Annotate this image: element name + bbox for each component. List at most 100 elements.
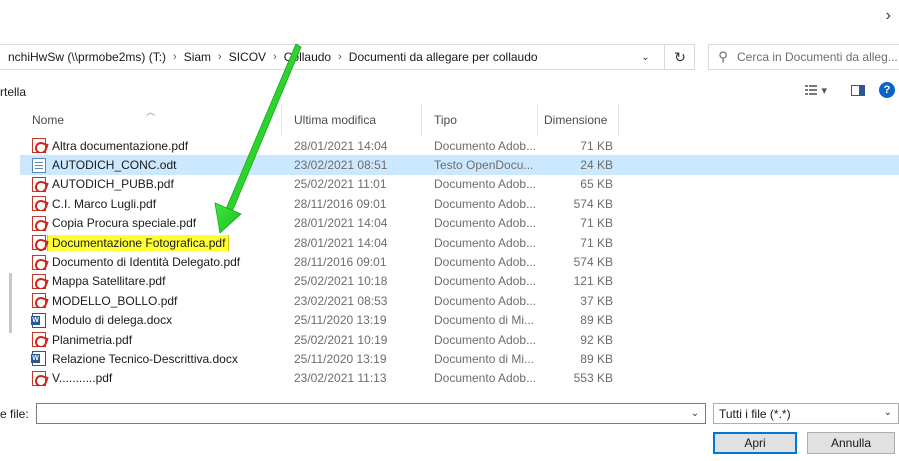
file-name-cell: AUTODICH_CONC.odt	[20, 157, 282, 173]
file-name: AUTODICH_CONC.odt	[52, 158, 177, 173]
file-name: MODELLO_BOLLO.pdf	[52, 293, 178, 308]
file-name: Documentazione Fotografica.pdf	[46, 234, 230, 251]
file-date-cell: 28/01/2021 14:04	[294, 216, 388, 231]
file-name-cell: V...........pdf	[20, 370, 282, 386]
file-name-cell: Copia Procura speciale.pdf	[20, 215, 282, 231]
file-row[interactable]: Copia Procura speciale.pdf 28/01/2021 14:…	[20, 214, 899, 233]
filename-label: e file:	[0, 407, 29, 421]
file-type-cell: Documento Adob...	[434, 274, 537, 289]
file-type-cell: Documento Adob...	[434, 177, 537, 192]
cancel-button[interactable]: Annulla	[807, 432, 895, 454]
search-icon: ⚲	[718, 49, 728, 64]
file-name: V...........pdf	[52, 371, 113, 386]
nav-pane-scrollbar[interactable]	[8, 108, 14, 398]
file-row[interactable]: Modulo di delega.docx 25/11/2020 13:19 Doc…	[20, 311, 899, 330]
help-icon[interactable]: ?	[879, 82, 895, 98]
file-row[interactable]: Relazione Tecnico-Descrittiva.docx 25/11/…	[20, 349, 899, 368]
file-name: Mappa Satellitare.pdf	[52, 274, 166, 289]
open-button[interactable]: Apri	[713, 432, 797, 454]
scrollbar-thumb[interactable]	[9, 273, 12, 333]
file-name-cell: MODELLO_BOLLO.pdf	[20, 293, 282, 309]
file-name-cell: C.I. Marco Lugli.pdf	[20, 196, 282, 212]
address-bar[interactable]: nchiHwSw (\\prmobe2ms) (T:) › Siam › SICOV › C…	[0, 44, 695, 70]
file-date-cell: 28/01/2021 14:04	[294, 235, 388, 250]
file-row[interactable]: Altra documentazione.pdf 28/01/2021 14:04…	[20, 136, 899, 155]
file-row[interactable]: Planimetria.pdf 25/02/2021 10:19 Documento…	[20, 330, 899, 349]
column-header-row: ︿ Nome Ultima modifica Tipo Dimensione	[20, 104, 899, 136]
file-row[interactable]: MODELLO_BOLLO.pdf 23/02/2021 08:53 Documen…	[20, 291, 899, 310]
file-name-cell: AUTODICH_PUBB.pdf	[20, 176, 282, 192]
breadcrumb-separator-icon[interactable]: ›	[270, 51, 280, 63]
file-date-cell: 25/02/2021 10:18	[294, 274, 388, 289]
file-name: Copia Procura speciale.pdf	[52, 216, 197, 231]
preview-pane-icon[interactable]	[851, 84, 865, 96]
file-name: C.I. Marco Lugli.pdf	[52, 196, 157, 211]
file-date-cell: 28/01/2021 14:04	[294, 138, 388, 153]
column-header-date[interactable]: Ultima modifica	[282, 104, 422, 136]
breadcrumb-item[interactable]: Siam	[180, 50, 215, 64]
file-size-cell: 71 KB	[580, 216, 613, 231]
new-folder-button[interactable]: rtella	[0, 85, 26, 99]
file-name-cell: Modulo di delega.docx	[20, 312, 282, 328]
file-type-cell: Documento di Mi...	[434, 351, 535, 366]
view-options-button[interactable]: ▾	[801, 84, 831, 97]
search-placeholder: Cerca in Documenti da alleg...	[737, 50, 898, 64]
breadcrumb-item[interactable]: nchiHwSw (\\prmobe2ms) (T:)	[4, 50, 170, 64]
file-date-cell: 25/02/2021 10:19	[294, 332, 388, 347]
file-row[interactable]: Documentazione Fotografica.pdf 28/01/2021…	[20, 233, 899, 252]
file-date-cell: 25/02/2021 11:01	[294, 177, 387, 192]
chevron-down-icon: ⌄	[883, 407, 892, 418]
file-size-cell: 574 KB	[573, 255, 613, 270]
file-type-cell: Documento Adob...	[434, 235, 537, 250]
pdf-file-icon	[32, 293, 46, 309]
pdf-file-icon	[32, 254, 46, 270]
file-name: Modulo di delega.docx	[52, 313, 173, 328]
file-row[interactable]: C.I. Marco Lugli.pdf 28/11/2016 09:01 Docu…	[20, 194, 899, 213]
file-name-cell: Mappa Satellitare.pdf	[20, 273, 282, 289]
toolbar: rtella ▾ ?	[0, 80, 899, 104]
breadcrumb-item[interactable]: Documenti da allegare per collaudo	[345, 50, 542, 64]
file-row[interactable]: AUTODICH_CONC.odt 23/02/2021 08:51 Testo O…	[20, 155, 899, 175]
chevron-down-icon: ▾	[821, 84, 827, 97]
filetype-select[interactable]: Tutti i file (*.*) ⌄	[713, 403, 899, 424]
file-date-cell: 28/11/2016 09:01	[294, 196, 387, 211]
file-row[interactable]: Mappa Satellitare.pdf 25/02/2021 10:18 Doc…	[20, 272, 899, 291]
file-name: AUTODICH_PUBB.pdf	[52, 177, 174, 192]
sort-ascending-icon: ︿	[145, 107, 156, 117]
file-rows: Altra documentazione.pdf 28/01/2021 14:04…	[20, 136, 899, 388]
breadcrumb: nchiHwSw (\\prmobe2ms) (T:) › Siam › SICOV › C…	[0, 50, 694, 64]
file-type-cell: Documento Adob...	[434, 138, 537, 153]
file-row[interactable]: V...........pdf 23/02/2021 11:13 Documento…	[20, 369, 899, 388]
file-date-cell: 25/11/2020 13:19	[294, 351, 387, 366]
details-view-icon	[805, 85, 818, 95]
file-row[interactable]: AUTODICH_PUBB.pdf 25/02/2021 11:01 Documen…	[20, 175, 899, 194]
filename-input[interactable]	[36, 403, 706, 424]
breadcrumb-item[interactable]: SICOV	[225, 50, 270, 64]
file-list[interactable]: ︿ Nome Ultima modifica Tipo Dimensione Al…	[20, 104, 899, 396]
close-icon[interactable]: ›	[886, 8, 891, 24]
file-date-cell: 28/11/2016 09:01	[294, 255, 387, 270]
file-name-cell: Altra documentazione.pdf	[20, 138, 282, 154]
file-name-cell: Documentazione Fotografica.pdf	[20, 234, 282, 251]
filename-dropdown-icon[interactable]: ⌄	[685, 404, 705, 423]
search-input[interactable]: ⚲ Cerca in Documenti da alleg...	[708, 44, 899, 70]
file-type-cell: Documento Adob...	[434, 332, 537, 347]
file-type-cell: Documento Adob...	[434, 216, 537, 231]
breadcrumb-separator-icon[interactable]: ›	[215, 51, 225, 63]
file-name: Altra documentazione.pdf	[52, 138, 189, 153]
file-size-cell: 71 KB	[580, 138, 613, 153]
pdf-file-icon	[32, 138, 46, 154]
file-size-cell: 574 KB	[573, 196, 613, 211]
refresh-icon[interactable]: ↻	[664, 44, 695, 70]
column-header-name[interactable]: ︿ Nome	[20, 104, 282, 136]
address-dropdown-icon[interactable]: ⌄	[630, 45, 660, 69]
file-size-cell: 89 KB	[580, 313, 613, 328]
file-size-cell: 89 KB	[580, 351, 613, 366]
breadcrumb-item[interactable]: Collaudo	[280, 50, 335, 64]
breadcrumb-separator-icon[interactable]: ›	[170, 51, 180, 63]
breadcrumb-separator-icon[interactable]: ›	[335, 51, 345, 63]
column-header-type[interactable]: Tipo	[422, 104, 538, 136]
column-header-size[interactable]: Dimensione	[538, 104, 619, 136]
file-row[interactable]: Documento di Identità Delegato.pdf 28/11/…	[20, 252, 899, 271]
file-type-cell: Documento Adob...	[434, 196, 537, 211]
